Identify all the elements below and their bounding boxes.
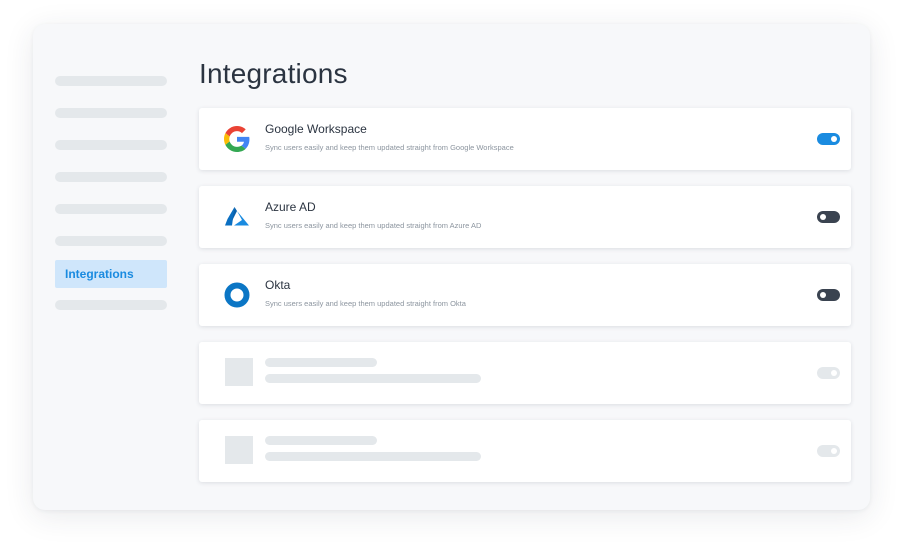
app-window: Integrations Integrations Google Workspa… <box>33 24 870 510</box>
sidebar-item-placeholder[interactable] <box>55 172 167 182</box>
toggle-knob <box>831 136 837 142</box>
description-placeholder <box>265 374 481 383</box>
sidebar-item-placeholder[interactable] <box>55 204 167 214</box>
title-placeholder <box>265 358 377 367</box>
sidebar-item-placeholder[interactable] <box>55 76 167 86</box>
integration-description: Sync users easily and keep them updated … <box>265 221 482 230</box>
integration-card-azure-ad: Azure AD Sync users easily and keep them… <box>199 186 851 248</box>
page-title: Integrations <box>199 58 348 89</box>
sidebar-item-placeholder[interactable] <box>55 236 167 246</box>
integration-title: Azure AD <box>265 200 316 214</box>
toggle-knob <box>820 214 826 220</box>
okta-toggle[interactable] <box>817 289 840 301</box>
integration-description: Sync users easily and keep them updated … <box>265 143 514 152</box>
integration-title: Google Workspace <box>265 122 367 136</box>
azure-ad-toggle[interactable] <box>817 211 840 223</box>
azure-logo-icon <box>223 203 251 231</box>
google-logo-icon <box>223 125 251 153</box>
toggle-knob <box>820 292 826 298</box>
integration-description: Sync users easily and keep them updated … <box>265 299 466 308</box>
integration-card-okta: Okta Sync users easily and keep them upd… <box>199 264 851 326</box>
description-placeholder <box>265 452 481 461</box>
logo-placeholder <box>225 358 253 386</box>
sidebar-item-integrations[interactable]: Integrations <box>55 260 167 288</box>
google-workspace-toggle[interactable] <box>817 133 840 145</box>
sidebar-item-placeholder[interactable] <box>55 140 167 150</box>
toggle-knob <box>831 448 837 454</box>
integration-card-placeholder <box>199 420 851 482</box>
logo-placeholder <box>225 436 253 464</box>
sidebar: Integrations <box>55 24 167 510</box>
sidebar-item-placeholder[interactable] <box>55 300 167 310</box>
sidebar-item-placeholder[interactable] <box>55 108 167 118</box>
okta-logo-icon <box>223 281 251 309</box>
title-placeholder <box>265 436 377 445</box>
sidebar-item-label: Integrations <box>65 267 134 281</box>
integration-card-google-workspace: Google Workspace Sync users easily and k… <box>199 108 851 170</box>
toggle-placeholder <box>817 445 840 457</box>
integration-title: Okta <box>265 278 291 292</box>
toggle-knob <box>831 370 837 376</box>
integration-card-placeholder <box>199 342 851 404</box>
toggle-placeholder <box>817 367 840 379</box>
